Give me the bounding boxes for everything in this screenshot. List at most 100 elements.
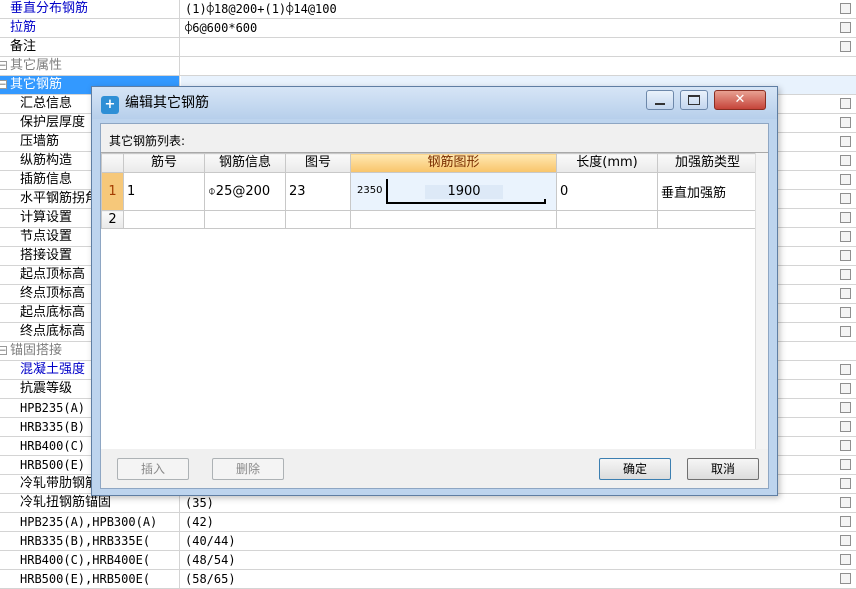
property-name-label: HPB235(A) xyxy=(20,401,86,415)
property-row[interactable]: −其它属性 xyxy=(0,57,856,76)
property-value[interactable]: ⌽6@600*600 xyxy=(185,19,257,37)
property-value[interactable]: (1)⌽18@200+(1)⌽14@100 xyxy=(185,0,337,18)
cell-reinforce-type[interactable]: 垂直加强筋 xyxy=(657,172,758,211)
column-header-rebar-info[interactable]: 钢筋信息 xyxy=(204,153,286,173)
property-name[interactable]: HRB400(C),HRB400E( xyxy=(0,551,180,569)
property-row[interactable]: 备注 xyxy=(0,38,856,57)
row-number[interactable]: 2 xyxy=(101,210,124,229)
cell-rebar-info[interactable]: ⌽25@200 xyxy=(204,172,286,211)
property-checkbox[interactable] xyxy=(840,155,851,166)
cell-bar-no[interactable]: 1 xyxy=(123,172,205,211)
column-header-reinforce-type[interactable]: 加强筋类型 xyxy=(657,153,758,173)
table-row[interactable]: 2 xyxy=(101,210,758,229)
column-header-rebar-shape[interactable]: 钢筋图形 xyxy=(350,153,557,173)
property-checkbox[interactable] xyxy=(840,478,851,489)
property-row[interactable]: 拉筋 ⌽6@600*600 xyxy=(0,19,856,38)
property-checkbox[interactable] xyxy=(840,136,851,147)
property-name-label: HRB500(E) xyxy=(20,458,86,472)
property-value[interactable]: (48/54) xyxy=(185,551,236,569)
property-name[interactable]: −其它属性 xyxy=(0,57,180,75)
delete-button[interactable]: 删除 xyxy=(212,458,284,480)
dialog-body: 其它钢筋列表: 筋号 钢筋信息 图号 钢筋图形 长度(mm) 加强筋类型 1 1… xyxy=(100,123,769,489)
property-checkbox[interactable] xyxy=(840,288,851,299)
property-checkbox[interactable] xyxy=(840,307,851,318)
table-scrollbar[interactable] xyxy=(755,153,768,449)
property-checkbox[interactable] xyxy=(840,535,851,546)
property-row[interactable]: HRB500(E),HRB500E( (58/65) xyxy=(0,570,856,589)
property-checkbox[interactable] xyxy=(840,117,851,128)
property-value[interactable]: (35) xyxy=(185,494,214,512)
cell-rebar-shape[interactable] xyxy=(350,210,557,229)
property-name[interactable]: 备注 xyxy=(0,38,180,56)
property-name[interactable]: 冷轧扭钢筋锚固 xyxy=(0,494,180,512)
property-name[interactable]: HPB235(A),HPB300(A) xyxy=(0,513,180,531)
property-checkbox[interactable] xyxy=(840,98,851,109)
collapse-toggle-icon[interactable]: − xyxy=(0,61,7,71)
property-checkbox[interactable] xyxy=(840,497,851,508)
property-checkbox[interactable] xyxy=(840,573,851,584)
cell-length[interactable] xyxy=(556,210,658,229)
property-row[interactable]: HPB235(A),HPB300(A) (42) xyxy=(0,513,856,532)
property-value[interactable]: (40/44) xyxy=(185,532,236,550)
insert-button[interactable]: 插入 xyxy=(117,458,189,480)
property-checkbox[interactable] xyxy=(840,326,851,337)
property-name-label: 冷轧带肋钢筋 xyxy=(20,476,99,491)
property-checkbox[interactable] xyxy=(840,421,851,432)
table-row[interactable]: 1 1 ⌽25@200 23 2350 1900 0 垂直加强筋 xyxy=(101,172,758,211)
minimize-button[interactable] xyxy=(646,90,674,110)
property-checkbox[interactable] xyxy=(840,212,851,223)
property-row[interactable]: HRB400(C),HRB400E( (48/54) xyxy=(0,551,856,570)
cell-figure-no[interactable]: 23 xyxy=(285,172,351,211)
property-value[interactable]: (58/65) xyxy=(185,570,236,588)
ok-button[interactable]: 确定 xyxy=(599,458,671,480)
property-name-label: HRB500(E),HRB500E( xyxy=(20,572,151,586)
maximize-button[interactable] xyxy=(680,90,708,110)
property-name-label: 压墙筋 xyxy=(20,134,60,149)
property-checkbox[interactable] xyxy=(840,554,851,565)
shape-main-dimension[interactable]: 1900 xyxy=(425,185,503,199)
collapse-toggle-icon[interactable]: − xyxy=(0,346,7,356)
property-name[interactable]: HRB335(B),HRB335E( xyxy=(0,532,180,550)
column-header-length[interactable]: 长度(mm) xyxy=(556,153,658,173)
property-checkbox[interactable] xyxy=(840,440,851,451)
shape-left-dimension[interactable]: 2350 xyxy=(357,185,382,196)
property-checkbox[interactable] xyxy=(840,516,851,527)
property-checkbox[interactable] xyxy=(840,41,851,52)
property-checkbox[interactable] xyxy=(840,364,851,375)
property-checkbox[interactable] xyxy=(840,22,851,33)
property-checkbox[interactable] xyxy=(840,231,851,242)
property-name[interactable]: 拉筋 xyxy=(0,19,180,37)
property-checkbox[interactable] xyxy=(840,193,851,204)
column-header-bar-no[interactable]: 筋号 xyxy=(123,153,205,173)
property-checkbox[interactable] xyxy=(840,402,851,413)
property-row[interactable]: 冷轧扭钢筋锚固 (35) xyxy=(0,494,856,513)
column-header-figure-no[interactable]: 图号 xyxy=(285,153,351,173)
property-name-label: 垂直分布钢筋 xyxy=(10,1,89,16)
property-checkbox[interactable] xyxy=(840,3,851,14)
cell-bar-no[interactable] xyxy=(123,210,205,229)
property-checkbox[interactable] xyxy=(840,383,851,394)
property-checkbox[interactable] xyxy=(840,174,851,185)
row-number[interactable]: 1 xyxy=(101,172,124,211)
cell-rebar-info[interactable] xyxy=(204,210,286,229)
cell-reinforce-type[interactable] xyxy=(657,210,758,229)
property-name-label: 水平钢筋拐角 xyxy=(20,191,99,206)
property-row[interactable]: HRB335(B),HRB335E( (40/44) xyxy=(0,532,856,551)
cell-rebar-shape[interactable]: 2350 1900 xyxy=(350,172,557,211)
property-value[interactable]: (42) xyxy=(185,513,214,531)
property-name[interactable]: HRB500(E),HRB500E( xyxy=(0,570,180,588)
cell-figure-no[interactable] xyxy=(285,210,351,229)
property-checkbox[interactable] xyxy=(840,269,851,280)
property-checkbox[interactable] xyxy=(840,459,851,470)
cell-length[interactable]: 0 xyxy=(556,172,658,211)
property-name-label: HRB400(C),HRB400E( xyxy=(20,553,151,567)
property-checkbox[interactable] xyxy=(840,250,851,261)
property-name[interactable]: 垂直分布钢筋 xyxy=(0,0,180,18)
dialog-titlebar[interactable]: + 编辑其它钢筋 ✕ xyxy=(92,87,777,119)
close-button[interactable]: ✕ xyxy=(714,90,766,110)
collapse-toggle-icon[interactable]: − xyxy=(0,80,7,90)
property-row[interactable]: 垂直分布钢筋 (1)⌽18@200+(1)⌽14@100 xyxy=(0,0,856,19)
property-name-label: 混凝土强度 xyxy=(20,362,86,377)
cancel-button[interactable]: 取消 xyxy=(687,458,759,480)
property-name-label: 节点设置 xyxy=(20,229,73,244)
